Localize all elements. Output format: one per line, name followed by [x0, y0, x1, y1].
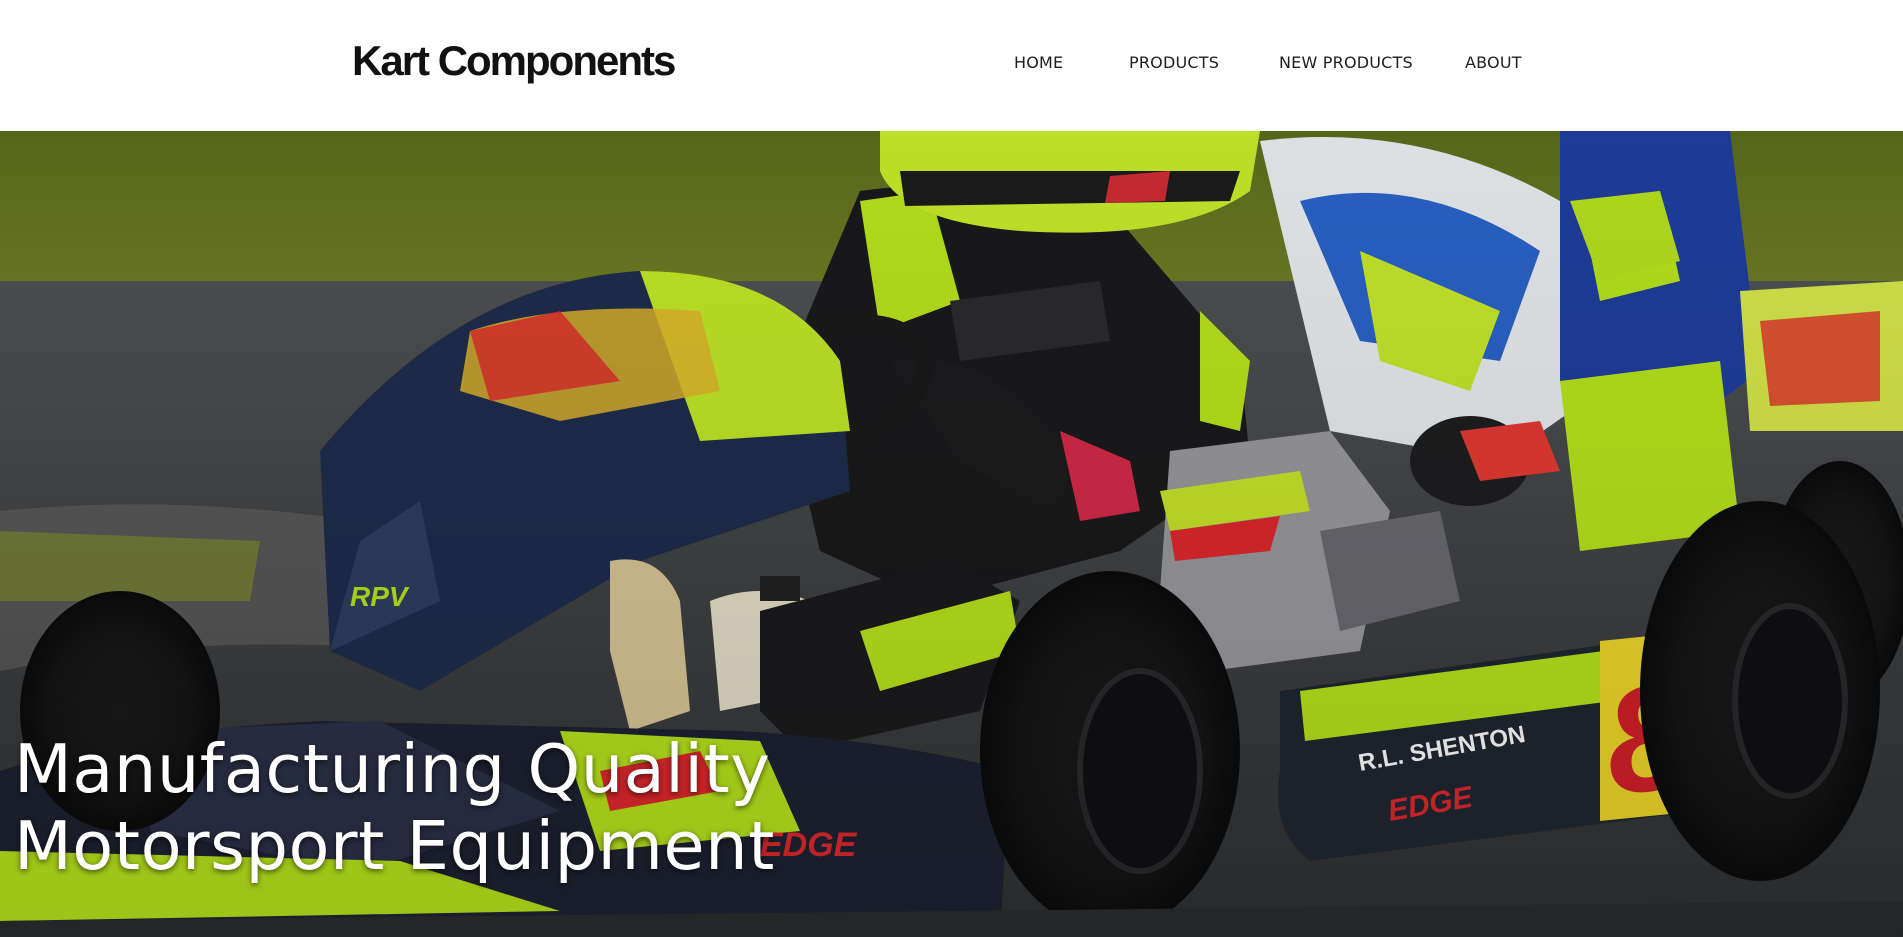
hero-headline: Manufacturing Quality Motorsport Equipme…: [14, 731, 774, 885]
nav-link-home[interactable]: HOME: [1014, 52, 1063, 74]
hero-headline-line-1: Manufacturing Quality: [14, 730, 771, 808]
main-nav: HOME PRODUCTS NEW PRODUCTS ABOUT: [0, 52, 1903, 76]
hero-headline-line-2: Motorsport Equipment: [14, 807, 775, 885]
site-header: Kart Components HOME PRODUCTS NEW PRODUC…: [0, 0, 1903, 131]
nav-link-products[interactable]: PRODUCTS: [1129, 52, 1219, 74]
hero-banner: RPV 86 R.L. SHENTON EDGE EDGE: [0, 131, 1903, 937]
nav-link-about[interactable]: ABOUT: [1465, 52, 1522, 74]
nav-link-new-products[interactable]: NEW PRODUCTS: [1279, 52, 1413, 74]
